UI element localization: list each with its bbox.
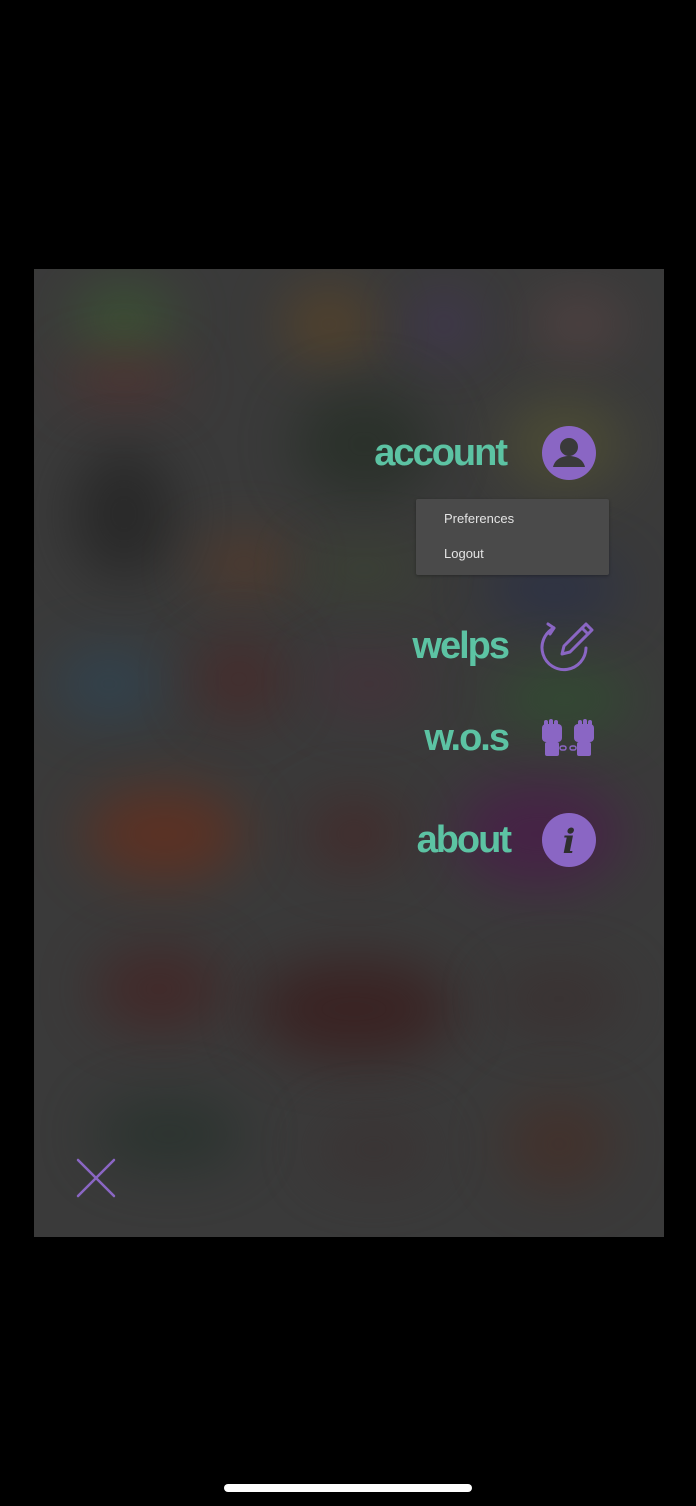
- account-dropdown-menu: Preferences Logout: [416, 499, 609, 575]
- blurred-background: [414, 299, 474, 349]
- blurred-background: [304, 549, 424, 589]
- user-circle-icon[interactable]: [542, 426, 596, 480]
- menu-item-welps[interactable]: welps: [374, 617, 596, 675]
- fists-chain-icon[interactable]: [540, 716, 596, 760]
- menu-item-account[interactable]: account: [334, 425, 596, 481]
- home-indicator[interactable]: [224, 1484, 472, 1492]
- info-icon[interactable]: i: [542, 813, 596, 867]
- blurred-background: [194, 539, 294, 589]
- blurred-background: [74, 449, 174, 579]
- refresh-pencil-icon[interactable]: [540, 618, 596, 674]
- blurred-background: [254, 959, 454, 1059]
- wos-label[interactable]: w.o.s: [424, 717, 510, 760]
- blurred-background: [84, 789, 244, 879]
- blurred-background: [494, 969, 624, 1029]
- menu-item-wos[interactable]: w.o.s: [374, 713, 596, 763]
- account-label[interactable]: account: [374, 432, 508, 475]
- screen: account Preferences Logout welps w.o.s a…: [0, 0, 696, 1506]
- logout-menu-item[interactable]: Logout: [444, 546, 484, 561]
- blurred-background: [74, 289, 174, 349]
- menu-overlay-panel: account Preferences Logout welps w.o.s a…: [34, 269, 664, 1237]
- close-icon[interactable]: [76, 1158, 116, 1198]
- blurred-background: [534, 299, 624, 349]
- menu-item-about[interactable]: about i: [374, 812, 596, 868]
- blurred-background: [54, 649, 164, 719]
- about-label[interactable]: about: [417, 819, 512, 862]
- blurred-background: [194, 639, 284, 719]
- blurred-background: [64, 359, 184, 399]
- blurred-background: [314, 1119, 434, 1179]
- blurred-background: [94, 949, 224, 1029]
- svg-text:i: i: [563, 822, 576, 862]
- blurred-background: [284, 289, 374, 359]
- close-button[interactable]: [76, 1158, 116, 1198]
- blurred-background: [504, 1099, 614, 1189]
- welps-label[interactable]: welps: [412, 625, 510, 668]
- preferences-menu-item[interactable]: Preferences: [444, 511, 514, 526]
- blurred-background: [94, 1099, 244, 1169]
